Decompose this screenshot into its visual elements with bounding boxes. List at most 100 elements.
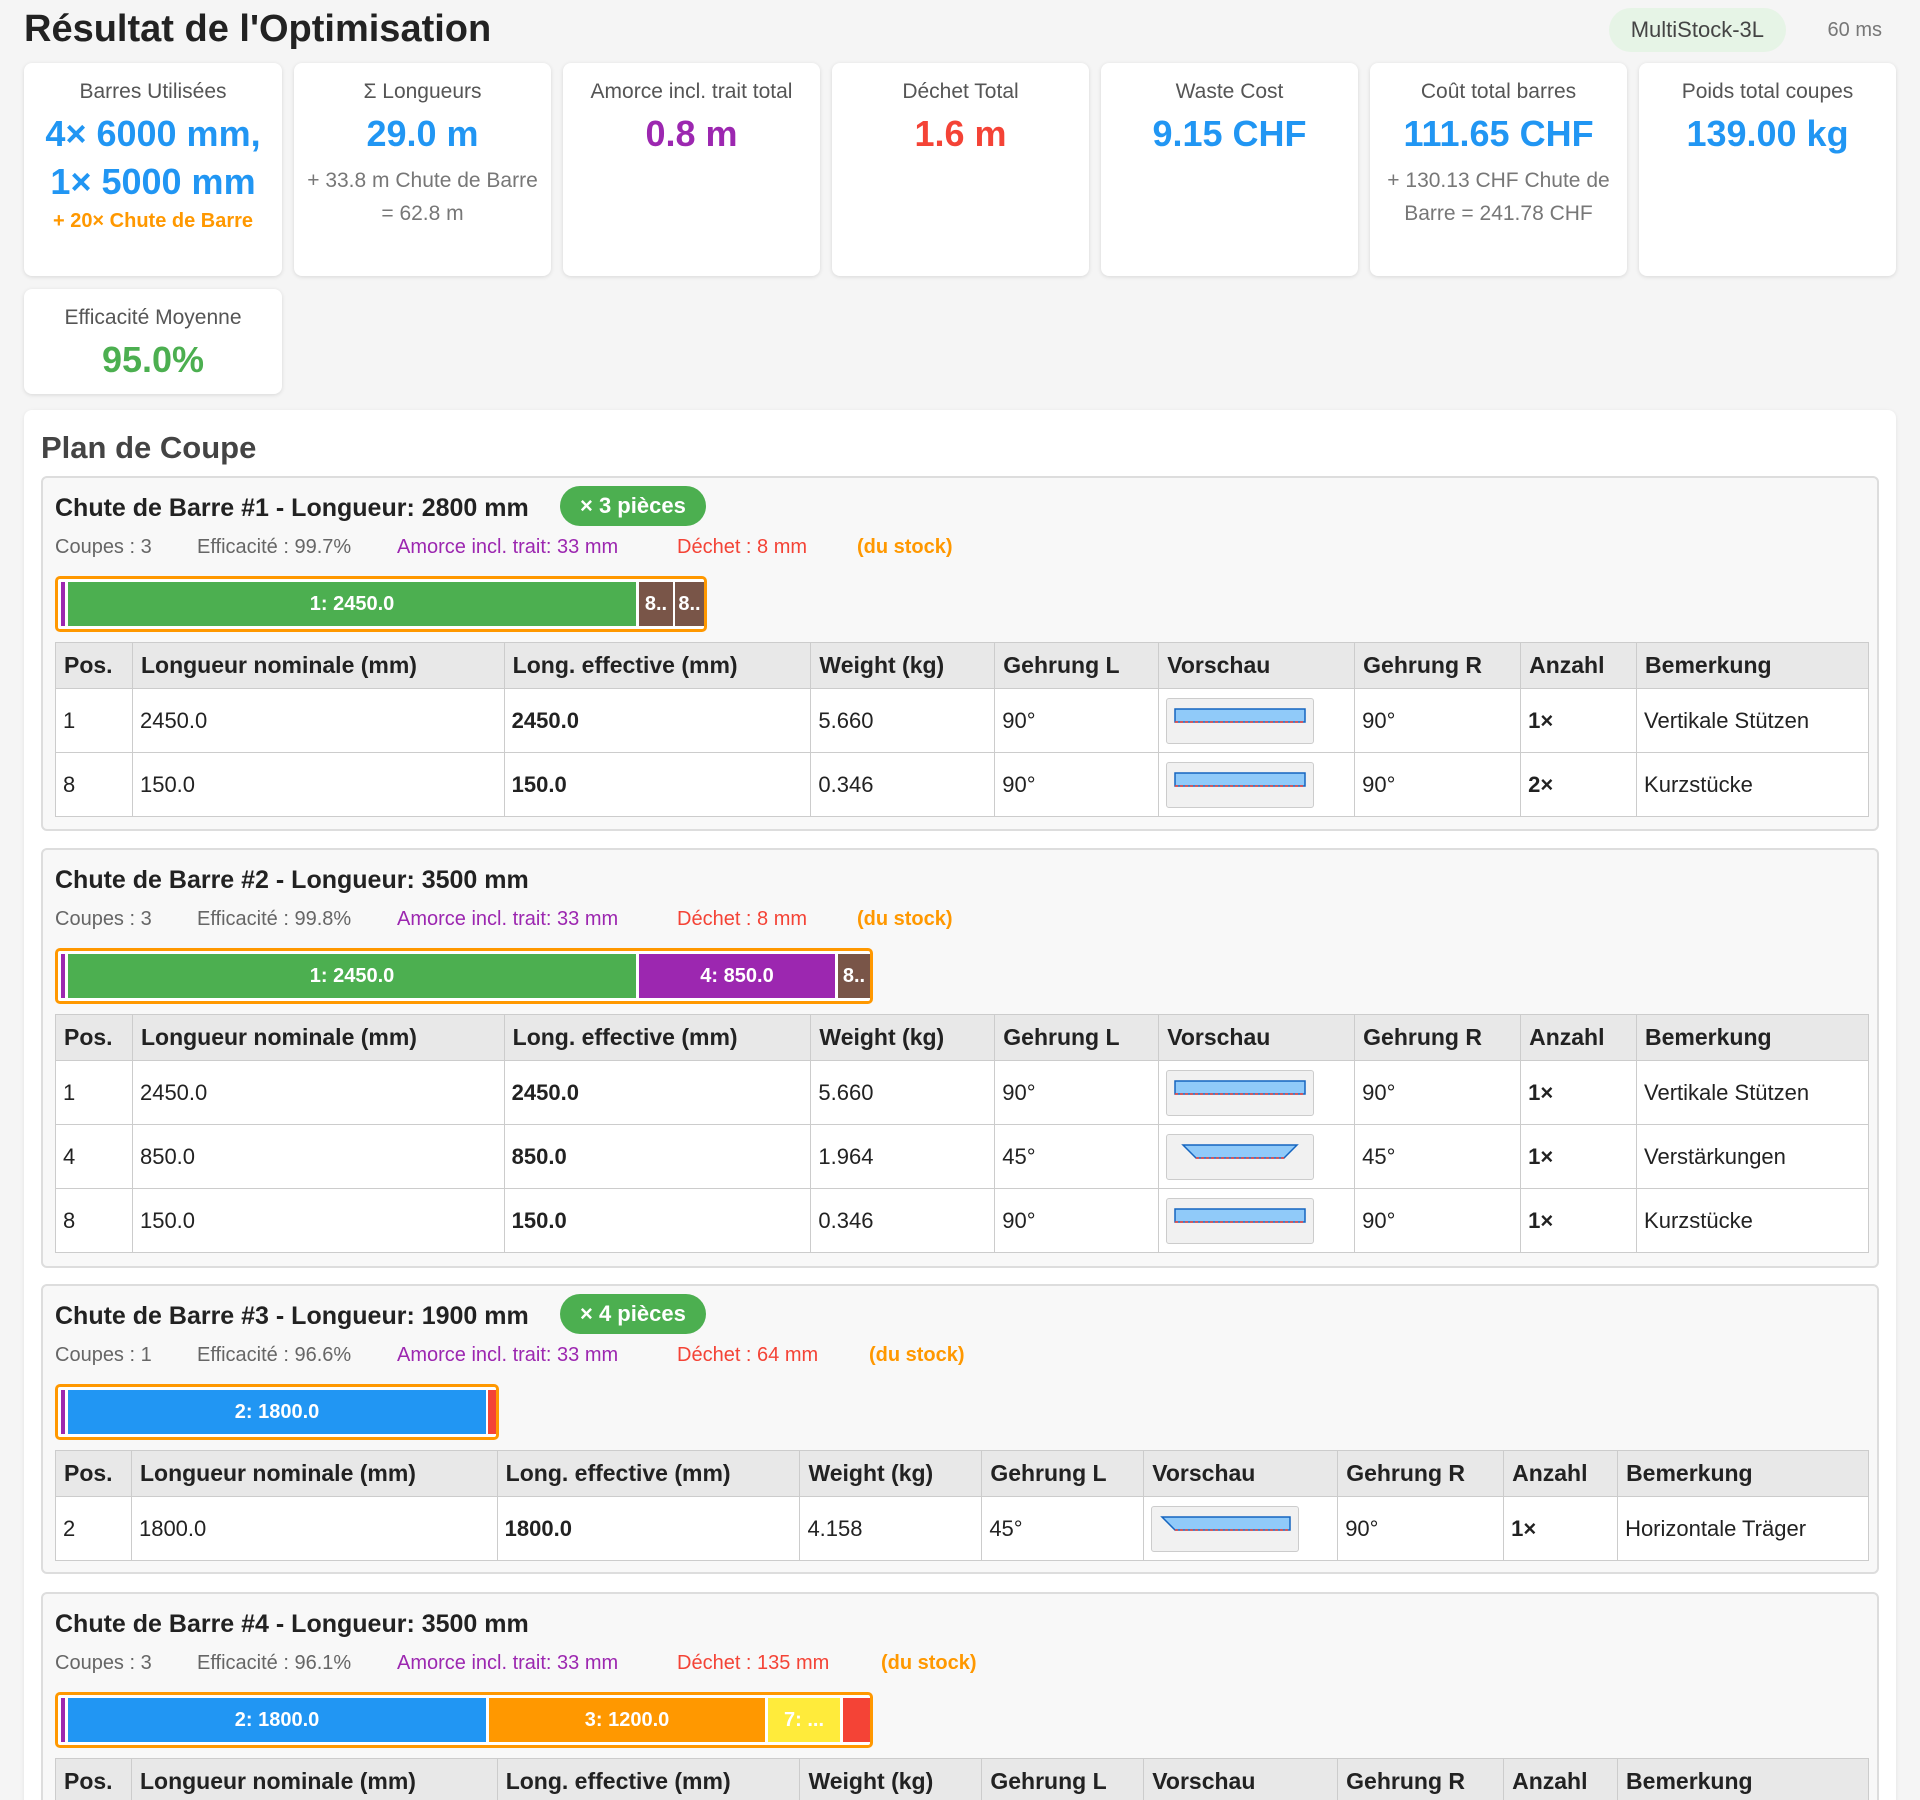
preview-cell: [1158, 688, 1356, 753]
bar-visualization: 1: 2450.0 4: 850.0 8..: [55, 948, 873, 1004]
effective-length-cell: 1800.0: [496, 1496, 801, 1561]
col-header: Longueur nominale (mm): [131, 642, 505, 689]
quantity-cell: 1×: [1520, 1124, 1638, 1189]
note-cell: Kurzstücke: [1636, 752, 1869, 817]
bar-segment[interactable]: 3: 1200.0: [489, 1698, 765, 1742]
col-header: Anzahl: [1520, 1014, 1638, 1061]
waste-segment: [843, 1698, 870, 1742]
stat-card-waste-cost: Waste Cost 9.15 CHF: [1101, 63, 1358, 276]
col-header: Bemerkung: [1636, 1014, 1869, 1061]
bar-segment[interactable]: 8..: [838, 954, 870, 998]
bar-visualization: 2: 1800.0 3: 1200.0 7: ...: [55, 1692, 873, 1748]
bar-segment[interactable]: 8..: [639, 582, 673, 626]
cut-table: Pos. Longueur nominale (mm) Long. effect…: [55, 1758, 1869, 1800]
stat-label: Waste Cost: [1175, 80, 1284, 103]
miter-left-cell: 90°: [994, 688, 1160, 753]
miter-left-cell: 90°: [994, 752, 1160, 817]
preview-cell: [1158, 1124, 1356, 1189]
miter-right-cell: 90°: [1337, 1496, 1505, 1561]
stat-card-bar-cost: Coût total barres 111.65 CHF + 130.13 CH…: [1370, 63, 1627, 276]
weight-cell: 5.660: [810, 688, 996, 753]
cuts-count: Coupes : 3: [55, 536, 152, 558]
quantity-cell: 1×: [1520, 688, 1638, 753]
preview-cell: [1158, 1060, 1356, 1125]
miter-right-cell: 90°: [1354, 688, 1522, 753]
pieces-badge: × 4 pièces: [560, 1294, 706, 1334]
stat-value: 1.6 m: [914, 113, 1007, 154]
profile-straight-icon: [1174, 1079, 1306, 1095]
bar-title: Chute de Barre #2 - Longueur: 3500 mm: [55, 866, 529, 894]
stat-label: Efficacité Moyenne: [64, 306, 242, 329]
pos-cell: 4: [55, 1124, 133, 1189]
stat-label: Poids total coupes: [1681, 80, 1854, 103]
kerf-marker: [61, 954, 65, 998]
col-header: Weight (kg): [810, 1014, 996, 1061]
stat-value: 4× 6000 mm, 1× 5000 mm: [24, 110, 282, 206]
bar-efficiency: Efficacité : 96.6%: [197, 1344, 352, 1366]
nominal-length-cell: 2450.0: [131, 688, 505, 753]
profile-preview: [1151, 1505, 1300, 1552]
bar-segment[interactable]: 8..: [675, 582, 704, 626]
bar-card-4: Chute de Barre #4 - Longueur: 3500 mm Co…: [41, 1592, 1879, 1800]
col-header: Gehrung R: [1354, 1014, 1522, 1061]
results-header: Résultat de l'Optimisation MultiStock-3L…: [24, 8, 1896, 58]
nominal-length-cell: 150.0: [131, 752, 505, 817]
preview-cell: [1158, 1188, 1356, 1253]
col-header: Longueur nominale (mm): [130, 1450, 498, 1497]
bar-efficiency: Efficacité : 96.1%: [197, 1652, 352, 1674]
stat-value: 0.8 m: [645, 113, 738, 154]
profile-straight-icon: [1174, 771, 1306, 787]
bar-waste: Déchet : 135 mm: [677, 1652, 830, 1674]
pieces-badge: × 3 pièces: [560, 486, 706, 526]
stat-sub: + 20× Chute de Barre: [52, 210, 254, 232]
bar-title: Chute de Barre #3 - Longueur: 1900 mm: [55, 1302, 529, 1330]
col-header: Gehrung L: [994, 642, 1160, 689]
weight-cell: 0.346: [810, 1188, 996, 1253]
preview-cell: [1143, 1496, 1339, 1561]
stat-value-line: 4× 6000 mm,: [45, 113, 261, 154]
quantity-cell: 1×: [1520, 1188, 1638, 1253]
preview-cell: [1158, 752, 1356, 817]
bar-efficiency: Efficacité : 99.8%: [197, 908, 352, 930]
profile-preview: [1166, 761, 1315, 808]
cuts-count: Coupes : 3: [55, 1652, 152, 1674]
effective-length-cell: 150.0: [503, 1188, 812, 1253]
bar-segment[interactable]: 4: 850.0: [639, 954, 835, 998]
miter-left-cell: 45°: [994, 1124, 1160, 1189]
bar-segment[interactable]: 7: ...: [768, 1698, 840, 1742]
col-header: Vorschau: [1158, 1014, 1356, 1061]
bar-segment[interactable]: 1: 2450.0: [68, 582, 636, 626]
stat-value: 9.15 CHF: [1152, 113, 1307, 154]
col-header: Gehrung R: [1337, 1758, 1505, 1800]
col-header: Long. effective (mm): [503, 1014, 812, 1061]
bar-title: Chute de Barre #4 - Longueur: 3500 mm: [55, 1610, 529, 1638]
stat-label: Barres Utilisées: [79, 80, 227, 103]
bar-waste: Déchet : 64 mm: [677, 1344, 819, 1366]
table-header-row: Pos. Longueur nominale (mm) Long. effect…: [55, 642, 1869, 689]
cutting-plan-title: Plan de Coupe: [41, 430, 257, 465]
bar-segment[interactable]: 2: 1800.0: [68, 1698, 486, 1742]
col-header: Anzahl: [1503, 1450, 1619, 1497]
col-header: Long. effective (mm): [503, 642, 812, 689]
stat-value-line: 1× 5000 mm: [50, 161, 256, 202]
bar-kerf: Amorce incl. trait: 33 mm: [397, 908, 619, 930]
col-header: Gehrung L: [981, 1758, 1145, 1800]
col-header: Bemerkung: [1617, 1450, 1869, 1497]
profile-preview: [1166, 697, 1315, 744]
col-header: Pos.: [55, 1758, 132, 1800]
bar-segment[interactable]: 2: 1800.0: [68, 1390, 486, 1434]
col-header: Pos.: [55, 642, 133, 689]
nominal-length-cell: 2450.0: [131, 1060, 505, 1125]
stat-label: Déchet Total: [902, 80, 1019, 103]
cut-table: Pos. Longueur nominale (mm) Long. effect…: [55, 1014, 1869, 1253]
effective-length-cell: 2450.0: [503, 1060, 812, 1125]
bar-card-1: Chute de Barre #1 - Longueur: 2800 mm × …: [41, 476, 1879, 831]
algorithm-badge: MultiStock-3L: [1608, 8, 1786, 52]
col-header: Vorschau: [1143, 1450, 1339, 1497]
bar-segment[interactable]: 1: 2450.0: [68, 954, 636, 998]
profile-preview: [1166, 1197, 1315, 1244]
col-header: Pos.: [55, 1014, 133, 1061]
profile-trapezoid-icon: [1181, 1143, 1300, 1159]
kerf-marker: [61, 582, 65, 626]
cut-table: Pos. Longueur nominale (mm) Long. effect…: [55, 642, 1869, 817]
